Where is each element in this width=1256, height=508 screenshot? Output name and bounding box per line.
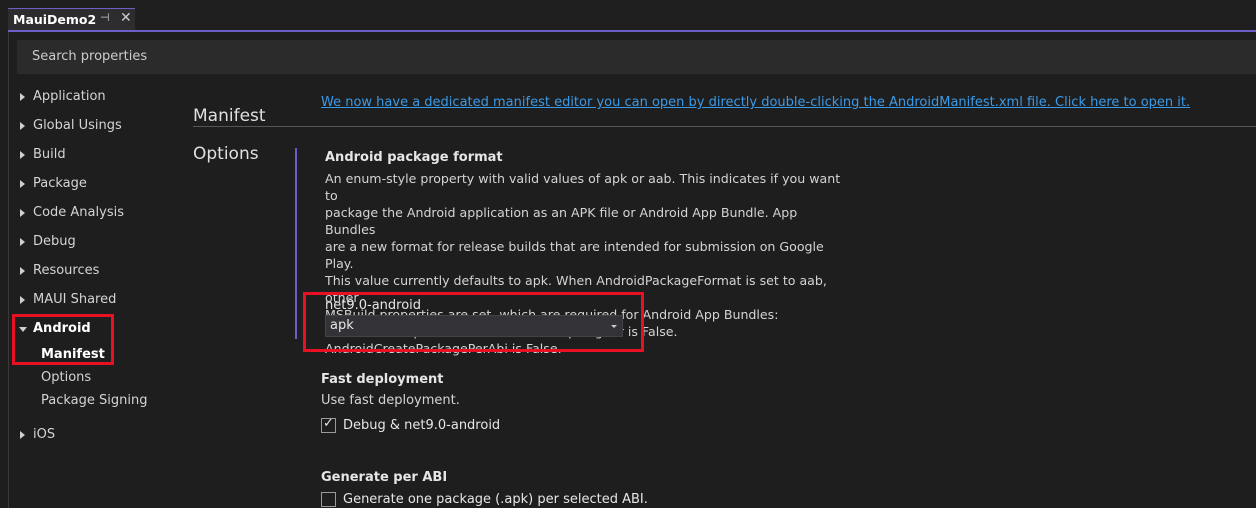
sidebar-subitem-package-signing[interactable]: Package Signing [41, 393, 147, 408]
expand-arrow-icon[interactable] [20, 93, 25, 101]
expand-arrow-icon[interactable] [20, 209, 25, 217]
options-heading: Options [193, 144, 259, 164]
sidebar-subitem-options[interactable]: Options [41, 370, 91, 385]
manifest-editor-link[interactable]: We now have a dedicated manifest editor … [321, 95, 1190, 110]
left-border [8, 32, 9, 508]
sidebar-item-label: Resources [33, 263, 100, 278]
manifest-heading: Manifest [193, 106, 266, 126]
expand-arrow-icon[interactable] [20, 267, 25, 275]
expand-arrow-icon[interactable] [20, 122, 25, 130]
generate-per-abi-checkbox[interactable] [321, 492, 336, 507]
sidebar-item-label: Application [33, 89, 106, 104]
description-line: An enum-style property with valid values… [325, 171, 841, 203]
fast-deployment-checkbox-label[interactable]: Debug & net9.0-android [343, 418, 500, 433]
fast-deployment-title: Fast deployment [321, 372, 444, 387]
document-tab-strip: MauiDemo2 ⊣ ✕ [0, 0, 1256, 30]
highlight-box-package-format [303, 292, 644, 352]
sidebar-item-label: MAUI Shared [33, 292, 117, 307]
pin-icon[interactable]: ⊣ [100, 11, 110, 24]
package-format-title: Android package format [325, 150, 503, 165]
expand-arrow-icon[interactable] [20, 296, 25, 304]
generate-per-abi-checkbox-label[interactable]: Generate one package (.apk) per selected… [343, 492, 648, 507]
description-line: package the Android application as an AP… [325, 205, 798, 237]
fast-deployment-checkbox[interactable]: ✓ [321, 416, 336, 433]
expand-arrow-icon[interactable] [20, 431, 25, 439]
section-divider [193, 126, 1256, 127]
expand-arrow-icon[interactable] [20, 238, 25, 246]
checkmark-icon: ✓ [323, 416, 334, 431]
sidebar-item-label: Global Usings [33, 118, 122, 133]
sidebar-item-label: Debug [33, 234, 76, 249]
sidebar-item-label: iOS [33, 427, 56, 442]
fast-deployment-description: Use fast deployment. [321, 393, 460, 408]
search-input[interactable]: Search properties [17, 40, 1256, 74]
tab-accent-line [8, 30, 1256, 32]
highlight-box-android-manifest [12, 314, 114, 365]
search-placeholder: Search properties [32, 49, 148, 64]
expand-arrow-icon[interactable] [20, 180, 25, 188]
sidebar-item-label: Build [33, 147, 66, 162]
tab-title: MauiDemo2 [13, 12, 97, 27]
generate-per-abi-title: Generate per ABI [321, 470, 448, 485]
sidebar-item-label: Code Analysis [33, 205, 124, 220]
description-line: are a new format for release builds that… [325, 239, 824, 271]
document-tab[interactable]: MauiDemo2 ⊣ ✕ [8, 8, 135, 30]
selected-property-indicator [295, 148, 297, 339]
close-icon[interactable]: ✕ [120, 10, 132, 26]
sidebar-item-label: Package [33, 176, 87, 191]
expand-arrow-icon[interactable] [20, 151, 25, 159]
